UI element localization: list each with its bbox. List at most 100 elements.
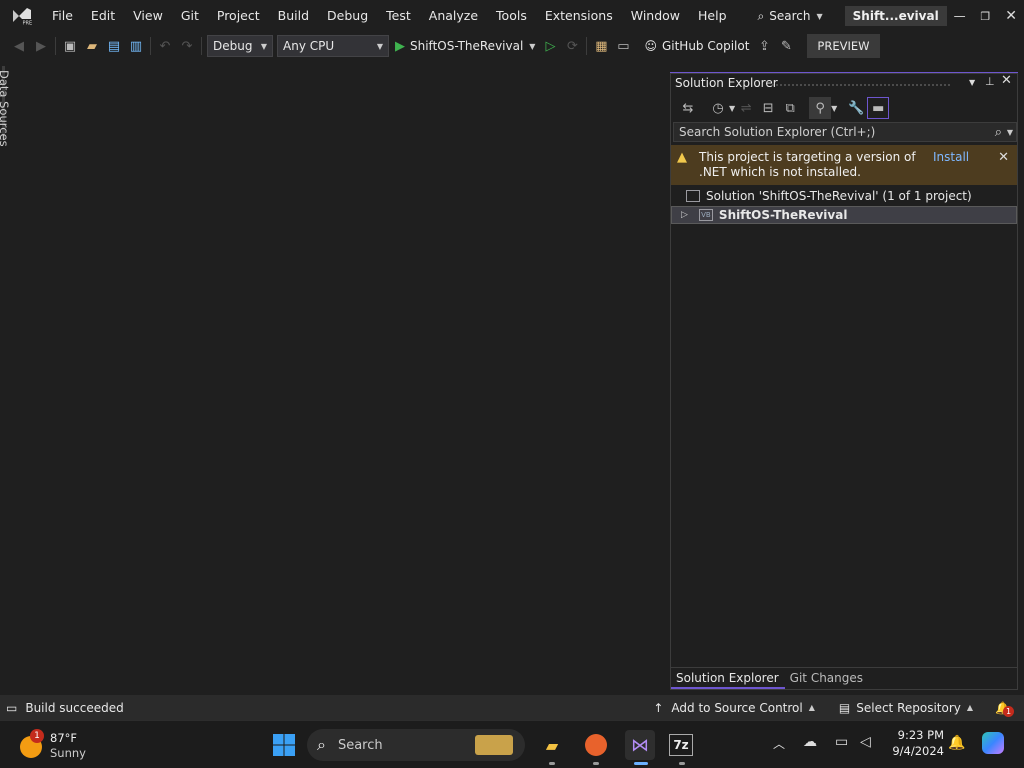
add-to-source-control-button[interactable]: Add to Source Control [671, 701, 802, 715]
filter-icon[interactable]: ⚲ [809, 97, 832, 119]
chevron-down-icon[interactable]: ▼ [831, 104, 837, 113]
menu-view[interactable]: View [124, 0, 172, 32]
tab-git-changes[interactable]: Git Changes [785, 668, 869, 689]
hot-reload-icon[interactable]: ⟳ [561, 35, 583, 57]
solution-explorer-toolbar: ⇆ ◷ ▼ ⇌ ⊟ ⧉ ⚲ ▼ 🔧 ▬ [671, 96, 1017, 120]
network-icon[interactable]: ▭ [835, 734, 848, 750]
solution-explorer-icon[interactable]: ▦ [590, 35, 612, 57]
solution-explorer-panel: Solution Explorer ▼ ⊥ ✕ ⇆ ◷ ▼ ⇌ ⊟ ⧉ ⚲ ▼ … [670, 73, 1018, 690]
solution-explorer-tab-strip: Solution Explorer Git Changes [671, 667, 1017, 689]
project-node[interactable]: ▷ VB ShiftOS-TheRevival [671, 206, 1017, 224]
sync-icon[interactable]: ⇌ [735, 97, 757, 119]
notification-bell-icon[interactable]: 🔔 [948, 735, 965, 751]
tab-solution-explorer[interactable]: Solution Explorer [671, 668, 785, 689]
start-without-debugging-icon[interactable]: ▷ [539, 35, 561, 57]
close-icon[interactable]: ✕ [998, 150, 1009, 165]
forward-icon[interactable]: ▶ [30, 35, 52, 57]
data-sources-label: Data Sources [0, 70, 11, 147]
menu-build[interactable]: Build [269, 0, 318, 32]
volume-icon[interactable]: ◁ [860, 734, 871, 750]
open-folder-icon[interactable]: ▰ [81, 35, 103, 57]
new-project-icon[interactable]: ▣ [59, 35, 81, 57]
menu-debug[interactable]: Debug [318, 0, 377, 32]
copilot-taskbar-icon[interactable] [982, 732, 1004, 754]
save-all-icon[interactable]: ▥ [125, 35, 147, 57]
redo-icon[interactable]: ↷ [176, 35, 198, 57]
preview-button[interactable]: PREVIEW [807, 34, 880, 58]
start-button[interactable] [269, 730, 299, 760]
warning-icon: ▲ [677, 150, 687, 165]
menu-analyze[interactable]: Analyze [420, 0, 487, 32]
show-hidden-icons-icon[interactable]: ︿ [773, 735, 785, 752]
menu-test[interactable]: Test [377, 0, 420, 32]
menu-file[interactable]: File [43, 0, 82, 32]
title-search-label: Search [769, 9, 811, 23]
weather-desc: Sunny [50, 746, 86, 760]
running-indicator [549, 762, 555, 765]
editor-area [24, 64, 668, 692]
platform-select[interactable]: Any CPU ▼ [277, 35, 389, 57]
7zip-icon[interactable]: 7z [669, 734, 693, 756]
configuration-value: Debug [213, 39, 253, 53]
dotnet-warning-banner: ▲ This project is targeting a version of… [671, 145, 1017, 185]
system-clock[interactable]: 9:23 PM 9/4/2024 [888, 728, 944, 758]
run-target-label: ShiftOS-TheRevival [410, 39, 524, 53]
panel-close-icon[interactable]: ✕ [1001, 73, 1012, 88]
save-icon[interactable]: ▤ [103, 35, 125, 57]
search-icon: ⌕ [994, 124, 1002, 140]
restore-button[interactable]: ❐ [972, 0, 998, 32]
show-all-files-icon[interactable]: ⧉ [779, 97, 801, 119]
platform-value: Any CPU [283, 39, 335, 53]
weather-temp: 87°F [50, 731, 77, 745]
taskbar-search-box[interactable]: ⌕ Search [307, 729, 525, 761]
feedback-icon[interactable]: ✎ [775, 35, 797, 57]
notifications-icon[interactable]: 🔔 1 [995, 701, 1015, 717]
layout-icon[interactable]: ▭ [612, 35, 634, 57]
menu-edit[interactable]: Edit [82, 0, 124, 32]
solution-explorer-search-input[interactable]: Search Solution Explorer (Ctrl+;) ⌕ ▼ [673, 122, 1017, 142]
history-icon[interactable]: ◷ [707, 97, 729, 119]
data-sources-tab[interactable]: Data Sources [0, 64, 24, 147]
panel-options-icon[interactable]: ▼ [969, 78, 975, 87]
menu-extensions[interactable]: Extensions [536, 0, 622, 32]
back-icon[interactable]: ◀ [8, 35, 30, 57]
preview-selected-icon[interactable]: ▬ [867, 97, 890, 119]
menu-help[interactable]: Help [689, 0, 736, 32]
chevron-up-icon[interactable]: ▲ [809, 703, 815, 712]
configuration-select[interactable]: Debug ▼ [207, 35, 273, 57]
window-title: Shift...evival [844, 6, 947, 26]
running-indicator [593, 762, 599, 765]
chevron-down-icon: ▼ [816, 11, 823, 21]
menu-git[interactable]: Git [172, 0, 208, 32]
expand-arrow-icon[interactable]: ▷ [681, 210, 688, 220]
github-copilot-button[interactable]: ☺ GitHub Copilot [644, 39, 749, 53]
chevron-up-icon[interactable]: ▲ [967, 703, 973, 712]
install-link[interactable]: Install [933, 150, 969, 180]
collapse-all-icon[interactable]: ⊟ [757, 97, 779, 119]
undo-icon[interactable]: ↶ [154, 35, 176, 57]
menu-tools[interactable]: Tools [487, 0, 536, 32]
file-explorer-icon[interactable]: ▰ [537, 730, 567, 760]
switch-views-icon[interactable]: ⇆ [677, 97, 699, 119]
chevron-down-icon: ▼ [376, 41, 383, 51]
solution-icon [686, 190, 700, 202]
start-debugging-button[interactable]: ▶ ShiftOS-TheRevival ▼ [391, 35, 539, 57]
running-indicator [679, 762, 685, 765]
menu-project[interactable]: Project [208, 0, 269, 32]
output-icon[interactable]: ▭ [6, 701, 17, 715]
copilot-icon: ☺ [644, 39, 657, 53]
menu-window[interactable]: Window [622, 0, 689, 32]
title-search-button[interactable]: ⌕ Search ▼ [750, 4, 831, 28]
solution-node-label: Solution 'ShiftOS-TheRevival' (1 of 1 pr… [706, 189, 972, 203]
weather-widget[interactable]: 1 87°F Sunny [18, 729, 88, 761]
close-button[interactable]: ✕ [998, 0, 1024, 32]
properties-icon[interactable]: 🔧 [845, 97, 867, 119]
share-icon[interactable]: ⇪ [753, 35, 775, 57]
firefox-icon[interactable] [581, 730, 611, 760]
minimize-button[interactable]: — [947, 0, 973, 32]
select-repository-button[interactable]: Select Repository [856, 701, 961, 715]
visual-studio-taskbar-icon[interactable]: ⋈ [625, 730, 655, 760]
pin-icon[interactable]: ⊥ [985, 75, 995, 88]
onedrive-icon[interactable]: ☁ [803, 734, 817, 750]
solution-node[interactable]: Solution 'ShiftOS-TheRevival' (1 of 1 pr… [671, 187, 1017, 205]
